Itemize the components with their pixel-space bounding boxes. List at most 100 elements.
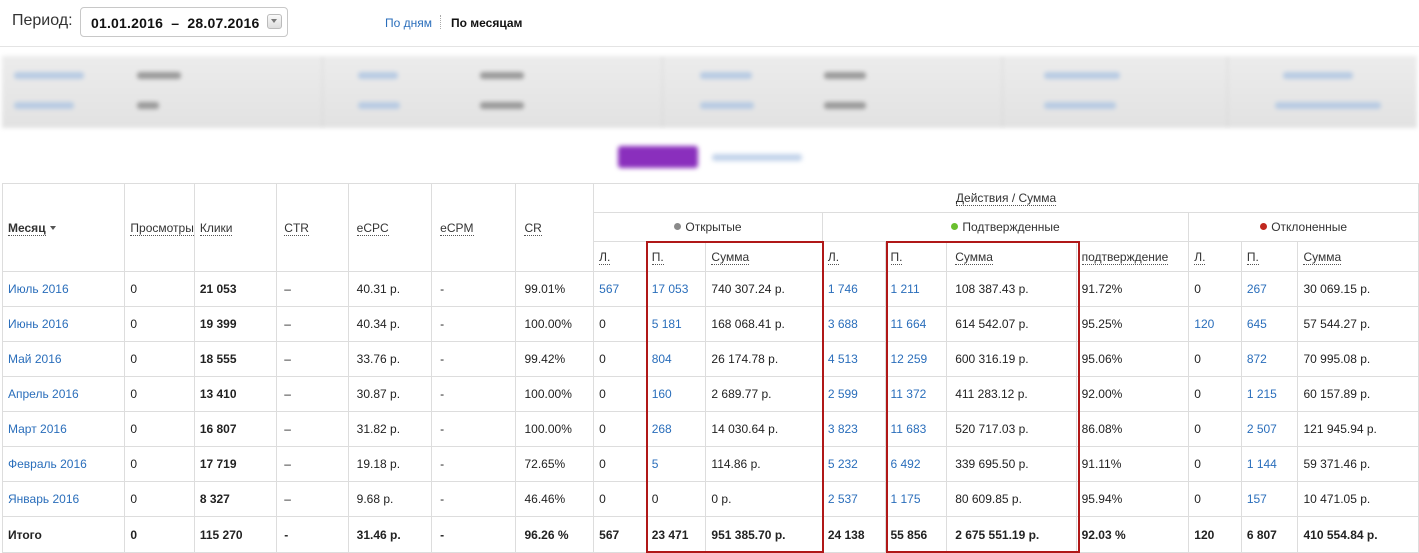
cell-conf-p[interactable]: 11 683 xyxy=(884,411,948,447)
cell-conf-p-value[interactable]: 11 372 xyxy=(891,387,927,401)
cell-conf-p-value[interactable]: 1 211 xyxy=(891,282,920,296)
cell-conf-l[interactable]: 1 746 xyxy=(821,271,886,307)
col-conf-l[interactable]: Л. xyxy=(821,241,886,272)
col-ecpm[interactable]: eCPM xyxy=(431,183,517,272)
cell-month-value[interactable]: Май 2016 xyxy=(8,352,62,366)
col-views[interactable]: Просмотры xyxy=(124,183,195,272)
cell-open-p-value[interactable]: 17 053 xyxy=(652,282,689,296)
chevron-down-icon[interactable] xyxy=(267,14,282,29)
col-month-label[interactable]: Месяц xyxy=(8,220,46,236)
col-ecpc[interactable]: eCPC xyxy=(347,183,433,272)
cell-month[interactable]: Апрель 2016 xyxy=(1,376,126,412)
col-conf-p[interactable]: П. xyxy=(884,241,948,272)
col-open-l[interactable]: Л. xyxy=(593,241,647,272)
cell-month[interactable]: Июль 2016 xyxy=(1,271,126,307)
col-open-sum[interactable]: Сумма xyxy=(705,241,823,272)
cell-conf-l-value[interactable]: 5 232 xyxy=(828,457,858,471)
col-rej-l-label[interactable]: Л. xyxy=(1194,249,1206,265)
cell-month-value[interactable]: Июль 2016 xyxy=(8,282,69,296)
col-ctr-label[interactable]: CTR xyxy=(284,220,309,236)
cell-rej-p[interactable]: 872 xyxy=(1240,341,1299,377)
cell-rej-p-value[interactable]: 1 215 xyxy=(1247,387,1277,401)
cell-conf-p[interactable]: 6 492 xyxy=(884,446,948,482)
cell-rej-p-value[interactable]: 1 144 xyxy=(1247,457,1277,471)
cell-rej-l-value[interactable]: 120 xyxy=(1194,317,1214,331)
cell-open-p[interactable]: 17 053 xyxy=(645,271,707,307)
cell-conf-l-value[interactable]: 2 599 xyxy=(828,387,858,401)
col-clicks[interactable]: Клики xyxy=(193,183,278,272)
col-conf-sum[interactable]: Сумма xyxy=(946,241,1077,272)
cell-rej-p-value[interactable]: 2 507 xyxy=(1247,422,1277,436)
cell-conf-p[interactable]: 1 211 xyxy=(884,271,948,307)
cell-month[interactable]: Май 2016 xyxy=(1,341,126,377)
col-open-l-label[interactable]: Л. xyxy=(599,249,611,265)
cell-conf-l-value[interactable]: 2 537 xyxy=(828,492,858,506)
cell-open-p[interactable]: 5 181 xyxy=(645,306,707,342)
col-ctr[interactable]: CTR xyxy=(276,183,349,272)
cell-rej-p[interactable]: 645 xyxy=(1240,306,1299,342)
col-ecpc-label[interactable]: eCPC xyxy=(356,220,389,236)
actions-sum-label[interactable]: Действия / Сумма xyxy=(955,191,1057,206)
cell-conf-l-value[interactable]: 1 746 xyxy=(828,282,858,296)
cell-conf-l[interactable]: 5 232 xyxy=(821,446,886,482)
cell-conf-l[interactable]: 4 513 xyxy=(821,341,886,377)
col-ecpm-label[interactable]: eCPM xyxy=(440,220,474,236)
cell-rej-p[interactable]: 157 xyxy=(1240,481,1299,517)
col-confirmation[interactable]: подтверждение xyxy=(1075,241,1190,272)
date-range-picker[interactable]: 01.01.2016 – 28.07.2016 xyxy=(80,7,288,37)
cell-open-l-value[interactable]: 567 xyxy=(599,282,619,296)
cell-open-p-value[interactable]: 160 xyxy=(652,387,672,401)
cell-month-value[interactable]: Март 2016 xyxy=(8,422,67,436)
cell-conf-p[interactable]: 11 372 xyxy=(884,376,948,412)
col-confirmation-label[interactable]: подтверждение xyxy=(1081,249,1169,265)
col-open-p-label[interactable]: П. xyxy=(651,249,664,265)
cell-conf-p[interactable]: 12 259 xyxy=(884,341,948,377)
cell-conf-l[interactable]: 3 823 xyxy=(821,411,886,447)
cell-open-l[interactable]: 567 xyxy=(593,271,647,307)
cell-conf-p-value[interactable]: 1 175 xyxy=(891,492,921,506)
cell-open-p[interactable]: 804 xyxy=(645,341,707,377)
col-conf-sum-label[interactable]: Сумма xyxy=(955,249,993,265)
col-rej-sum[interactable]: Сумма xyxy=(1297,241,1419,272)
col-views-label[interactable]: Просмотры xyxy=(130,220,194,236)
cell-open-p[interactable]: 5 xyxy=(645,446,707,482)
cell-conf-l[interactable]: 3 688 xyxy=(821,306,886,342)
cell-conf-l-value[interactable]: 3 688 xyxy=(828,317,858,331)
cell-open-p-value[interactable]: 5 181 xyxy=(652,317,682,331)
cell-rej-p[interactable]: 1 215 xyxy=(1240,376,1299,412)
cell-month-value[interactable]: Апрель 2016 xyxy=(8,387,79,401)
cell-conf-p-value[interactable]: 11 683 xyxy=(891,422,927,436)
cell-month-value[interactable]: Февраль 2016 xyxy=(8,457,87,471)
col-rej-sum-label[interactable]: Сумма xyxy=(1303,249,1342,265)
cell-month[interactable]: Февраль 2016 xyxy=(1,446,126,482)
cell-conf-l-value[interactable]: 4 513 xyxy=(828,352,858,366)
cell-rej-p-value[interactable]: 267 xyxy=(1247,282,1267,296)
col-rej-l[interactable]: Л. xyxy=(1188,241,1242,272)
reset-filter-link[interactable] xyxy=(712,154,802,161)
col-cr[interactable]: CR xyxy=(515,183,595,272)
cell-open-p-value[interactable]: 5 xyxy=(652,457,659,471)
col-rej-p[interactable]: П. xyxy=(1240,241,1299,272)
cell-conf-p-value[interactable]: 11 664 xyxy=(891,317,927,331)
col-rej-p-label[interactable]: П. xyxy=(1246,249,1259,265)
cell-rej-p[interactable]: 267 xyxy=(1240,271,1299,307)
cell-month[interactable]: Июнь 2016 xyxy=(1,306,126,342)
cell-open-p-value[interactable]: 804 xyxy=(652,352,672,366)
cell-month-value[interactable]: Июнь 2016 xyxy=(8,317,69,331)
cell-rej-p-value[interactable]: 157 xyxy=(1247,492,1267,506)
cell-rej-p[interactable]: 2 507 xyxy=(1240,411,1299,447)
cell-conf-p[interactable]: 11 664 xyxy=(884,306,948,342)
cell-rej-p-value[interactable]: 645 xyxy=(1247,317,1267,331)
cell-conf-l[interactable]: 2 599 xyxy=(821,376,886,412)
cell-rej-l[interactable]: 120 xyxy=(1188,306,1242,342)
col-open-sum-label[interactable]: Сумма xyxy=(711,249,750,265)
cell-month[interactable]: Январь 2016 xyxy=(1,481,126,517)
cell-month-value[interactable]: Январь 2016 xyxy=(8,492,79,506)
cell-conf-p-value[interactable]: 12 259 xyxy=(891,352,928,366)
by-month-link[interactable]: По месяцам xyxy=(451,16,522,30)
col-cr-label[interactable]: CR xyxy=(524,220,542,236)
col-month[interactable]: Месяц xyxy=(1,183,126,272)
by-day-link[interactable]: По дням xyxy=(385,16,432,30)
cell-conf-p-value[interactable]: 6 492 xyxy=(891,457,921,471)
cell-conf-l-value[interactable]: 3 823 xyxy=(828,422,858,436)
